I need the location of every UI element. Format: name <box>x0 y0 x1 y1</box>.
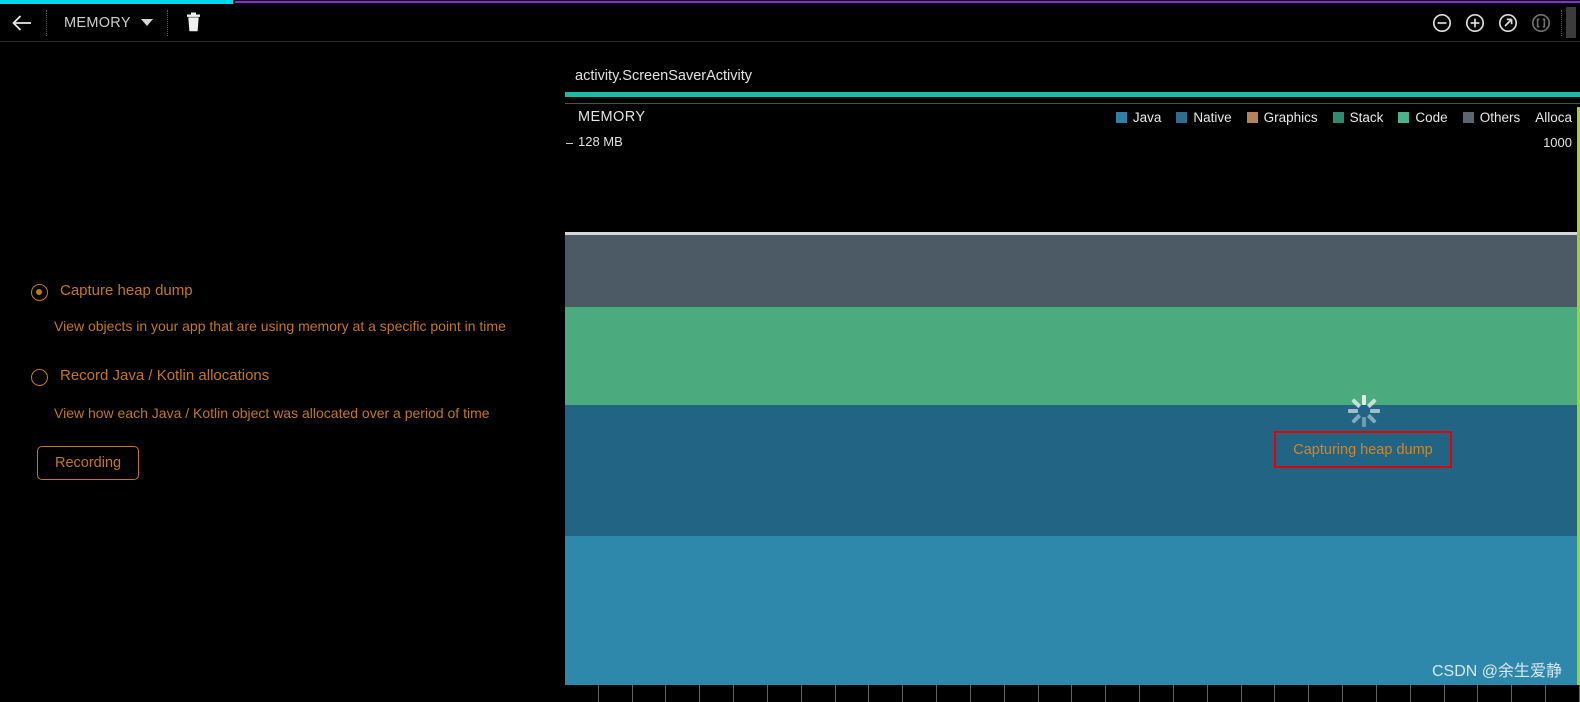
ruler-tick <box>1445 685 1479 702</box>
ruler-tick <box>1242 685 1276 702</box>
ruler-tick <box>1275 685 1310 702</box>
area-band-others <box>565 235 1580 307</box>
ruler-tick <box>700 685 735 702</box>
option-label-capture-heap-dump: Capture heap dump <box>60 282 193 299</box>
option-capture-heap-dump[interactable]: Capture heap dump <box>31 282 193 301</box>
legend-swatch-java <box>1115 112 1127 123</box>
area-band-java <box>565 536 1580 702</box>
ruler-tick <box>1309 685 1344 702</box>
ruler-tick <box>1343 685 1377 702</box>
legend-label-others: Others <box>1479 110 1521 125</box>
ruler-tick <box>971 685 1005 702</box>
radio-record-allocations[interactable] <box>31 369 48 386</box>
trash-icon <box>187 12 201 32</box>
legend-swatch-code <box>1398 112 1410 123</box>
recording-button[interactable]: Recording <box>37 446 140 480</box>
ruler-tick <box>869 685 904 702</box>
zoom-out-button[interactable] <box>1425 4 1458 41</box>
option-description-record-allocations: View how each Java / Kotlin object was a… <box>54 405 490 421</box>
legend-label-java: Java <box>1132 110 1162 125</box>
zoom-out-icon <box>1432 13 1451 32</box>
session-dropdown-label: MEMORY <box>64 14 131 31</box>
legend-label-graphics: Graphics <box>1263 110 1318 125</box>
y-tick-label-128: 128 MB <box>578 134 623 149</box>
ruler-tick <box>802 685 836 702</box>
back-button[interactable] <box>0 4 44 41</box>
reset-zoom-icon <box>1498 13 1517 32</box>
legend-label-code: Code <box>1415 110 1448 125</box>
capture-config-panel: Capture heap dump View objects in your a… <box>0 42 564 702</box>
legend-item-stack[interactable]: Stack <box>1332 110 1384 125</box>
timeline-ruler[interactable] <box>565 685 1580 702</box>
legend-item-allocated[interactable]: Alloca <box>1535 110 1572 125</box>
attach-live-button[interactable] <box>1524 4 1557 41</box>
capturing-heap-dump-callout: Capturing heap dump <box>1274 431 1452 468</box>
ruler-tick <box>1546 685 1580 702</box>
ruler-tick <box>1140 685 1174 702</box>
toolbar-overflow-handle[interactable] <box>1566 7 1576 38</box>
process-title: activity.ScreenSaverActivity <box>575 68 753 84</box>
zoom-in-button[interactable] <box>1458 4 1491 41</box>
legend-swatch-graphics <box>1246 112 1258 123</box>
ruler-tick <box>734 685 768 702</box>
memory-legend: Java Native Graphics Stack Code Others A… <box>1115 110 1580 125</box>
ruler-tick <box>1106 685 1141 702</box>
memory-timeline-panel: activity.ScreenSaverActivity MEMORY Java… <box>564 42 1580 702</box>
legend-swatch-stack <box>1332 112 1344 123</box>
legend-item-native[interactable]: Native <box>1176 110 1232 125</box>
title-accent-bar <box>565 92 1580 97</box>
y-tick-mark-128 <box>566 143 573 144</box>
ruler-tick <box>565 685 599 702</box>
memory-section-label: MEMORY <box>578 109 646 125</box>
progress-track <box>235 1 1580 3</box>
title-divider <box>565 103 1580 104</box>
area-band-native <box>565 405 1580 536</box>
option-label-record-allocations: Record Java / Kotlin allocations <box>60 367 270 384</box>
ruler-tick <box>633 685 667 702</box>
delete-session-button[interactable] <box>171 4 217 41</box>
ruler-tick <box>1411 685 1445 702</box>
legend-swatch-native <box>1176 112 1188 123</box>
legend-item-others[interactable]: Others <box>1462 110 1521 125</box>
legend-item-graphics[interactable]: Graphics <box>1246 110 1318 125</box>
reset-zoom-button[interactable] <box>1491 4 1524 41</box>
ruler-tick <box>1377 685 1411 702</box>
brackets-icon <box>1531 13 1550 32</box>
area-band-stack <box>565 307 1580 405</box>
option-record-allocations[interactable]: Record Java / Kotlin allocations <box>31 367 269 386</box>
ruler-tick <box>836 685 870 702</box>
legend-label-allocated: Alloca <box>1535 110 1572 125</box>
ruler-tick <box>1512 685 1547 702</box>
chevron-down-icon <box>140 19 153 26</box>
toolbar-divider-3 <box>1561 9 1563 36</box>
ruler-tick <box>599 685 633 702</box>
legend-item-java[interactable]: Java <box>1115 110 1162 125</box>
ruler-tick <box>937 685 971 702</box>
ruler-tick <box>768 685 802 702</box>
y-right-tick-label-1000: 1000 <box>1543 135 1572 150</box>
watermark: CSDN @余生爱静 <box>1431 663 1562 680</box>
legend-label-stack: Stack <box>1349 110 1384 125</box>
loading-spinner-icon <box>1346 393 1382 429</box>
toolbar-divider-1 <box>46 9 48 36</box>
legend-label-native: Native <box>1193 110 1232 125</box>
toolbar-divider-2 <box>166 9 169 36</box>
legend-swatch-others <box>1462 112 1474 123</box>
toolbar-right-group <box>1425 4 1580 41</box>
zoom-in-icon <box>1465 13 1484 32</box>
ruler-tick <box>903 685 938 702</box>
ruler-tick <box>1208 685 1242 702</box>
ruler-tick <box>1072 685 1107 702</box>
ruler-tick <box>1005 685 1039 702</box>
ruler-tick <box>1039 685 1073 702</box>
ruler-tick <box>666 685 701 702</box>
capturing-heap-dump-text: Capturing heap dump <box>1293 441 1433 458</box>
radio-capture-heap-dump[interactable] <box>31 284 48 301</box>
ruler-tick <box>1478 685 1513 702</box>
option-description-capture-heap-dump: View objects in your app that are using … <box>54 318 506 334</box>
ruler-tick <box>1174 685 1208 702</box>
session-dropdown[interactable]: MEMORY <box>50 4 165 41</box>
legend-item-code[interactable]: Code <box>1398 110 1448 125</box>
profiler-toolbar: MEMORY <box>0 4 1580 42</box>
